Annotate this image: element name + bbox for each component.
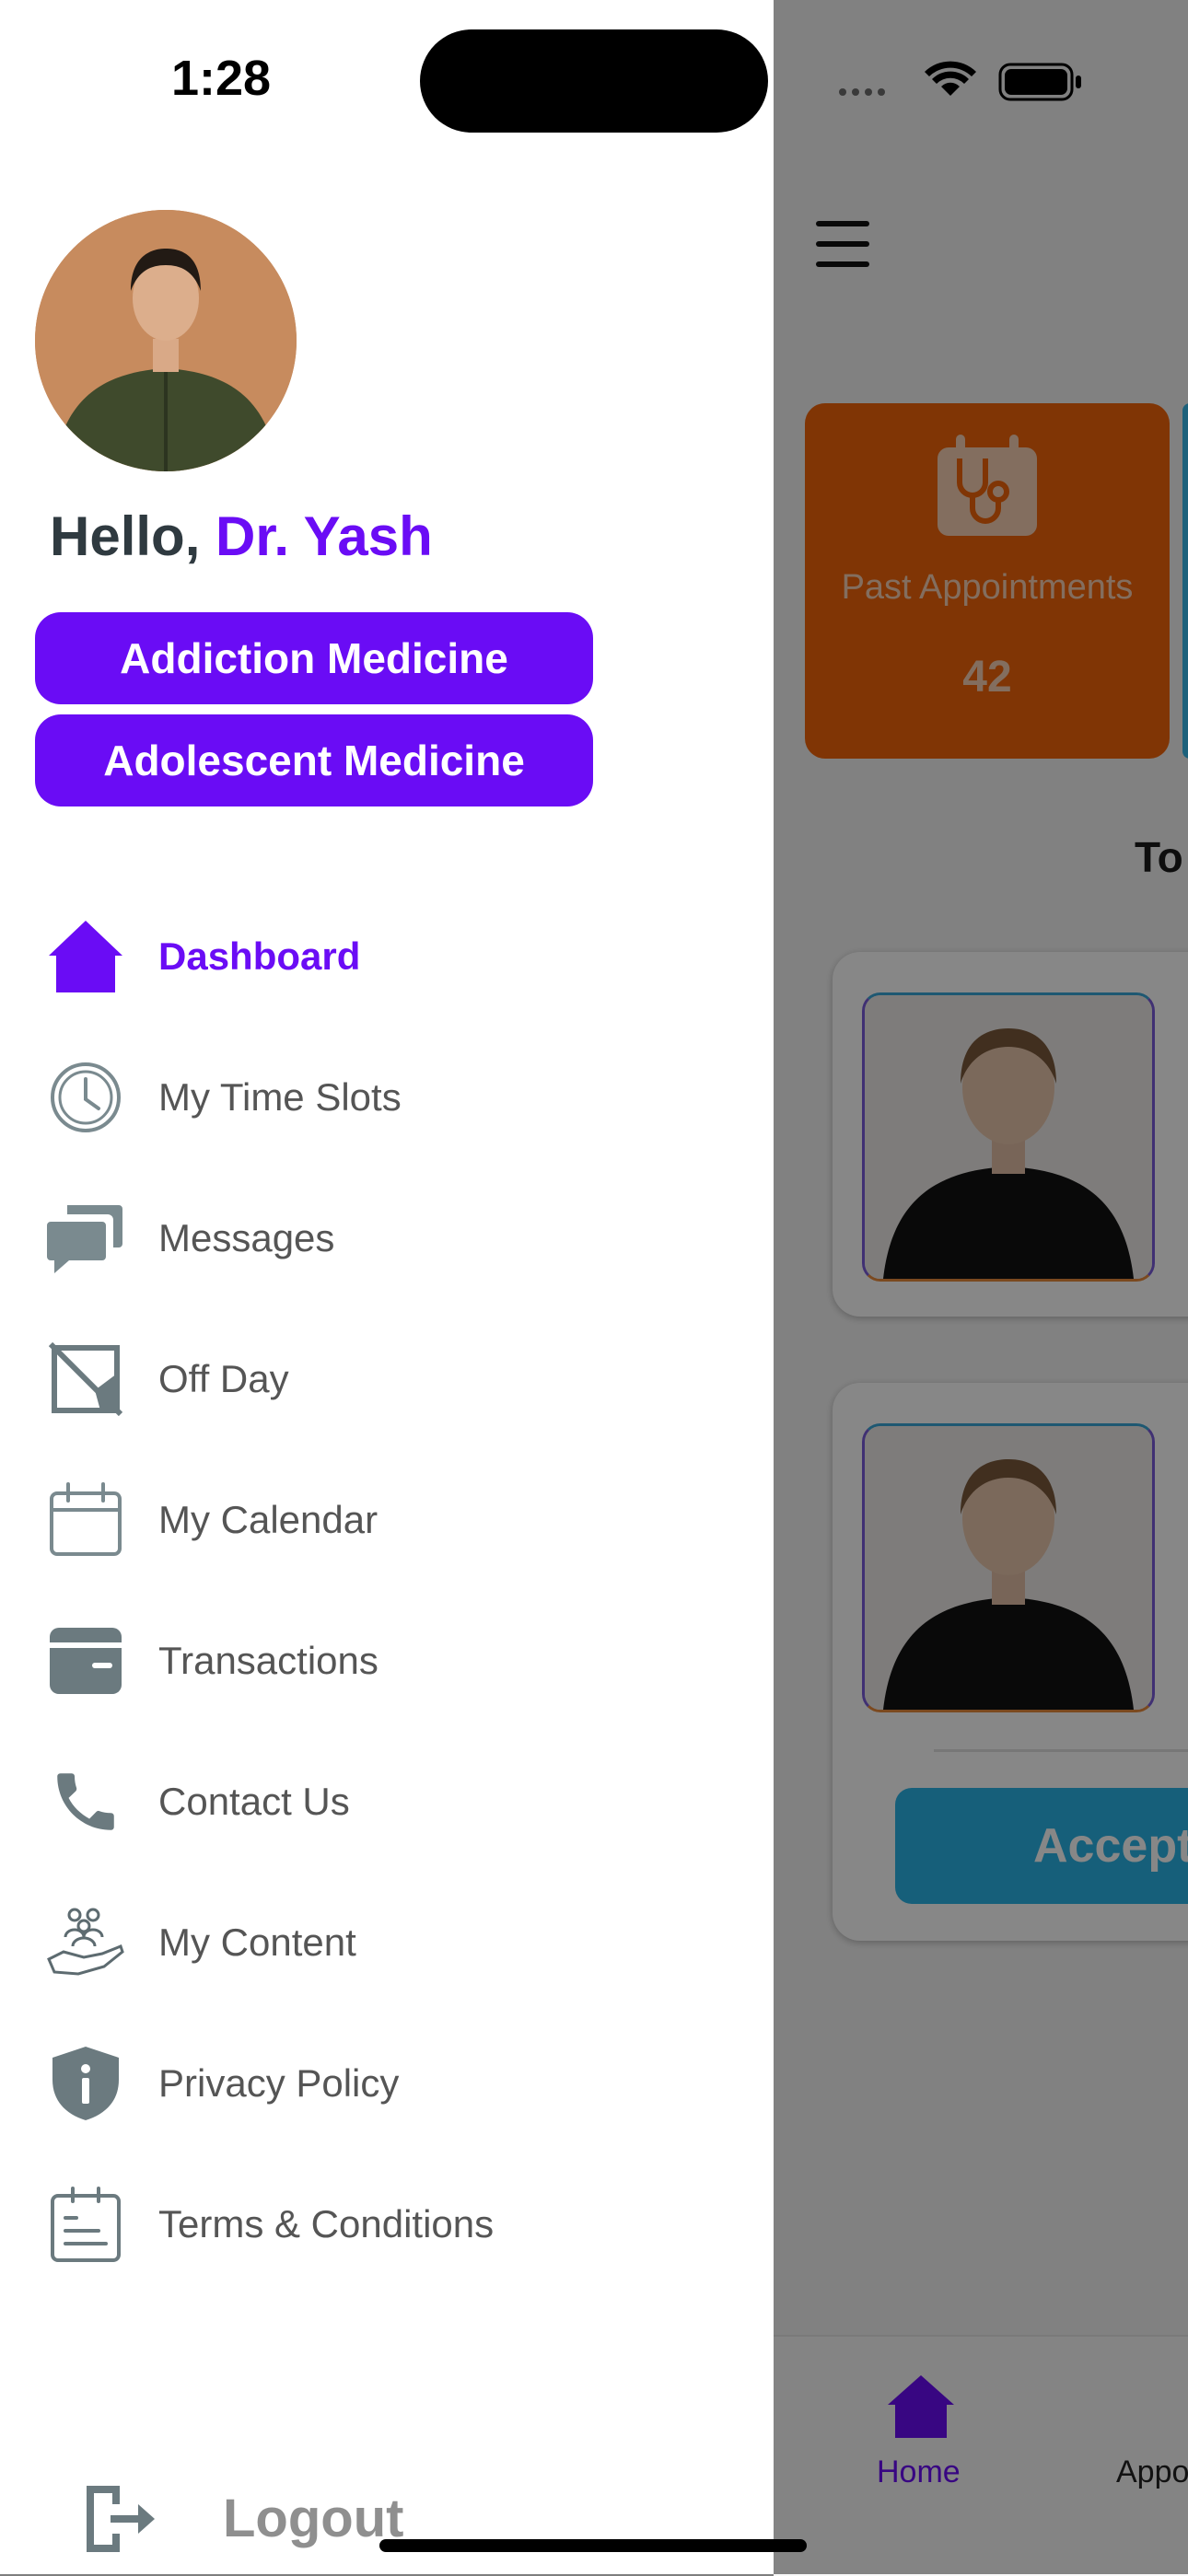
status-icons	[839, 61, 1081, 101]
specialty-chip[interactable]: Addiction Medicine	[35, 612, 593, 704]
wifi-icon	[925, 61, 976, 96]
chat-icon	[46, 1199, 125, 1278]
cellular-signal-icon	[839, 88, 885, 96]
dynamic-island	[420, 29, 768, 133]
menu-label: Dashboard	[158, 934, 361, 978]
menu-item-time-slots[interactable]: My Time Slots	[46, 1047, 691, 1148]
doctor-name: Dr. Yash	[215, 505, 433, 567]
wallet-icon	[46, 1621, 125, 1700]
menu-item-privacy-policy[interactable]: Privacy Policy	[46, 2033, 691, 2134]
avatar[interactable]	[35, 210, 297, 471]
people-hand-icon	[46, 1903, 125, 1982]
greeting-prefix: Hello,	[50, 505, 216, 567]
home-icon	[46, 917, 125, 996]
phone-icon	[46, 1762, 125, 1841]
greeting: Hello, Dr. Yash	[50, 505, 433, 568]
menu-label: Messages	[158, 1216, 335, 1259]
shield-info-icon	[46, 2044, 125, 2123]
menu-item-off-day[interactable]: Off Day	[46, 1329, 691, 1430]
side-drawer: Hello, Dr. Yash Addiction Medicine Adole…	[0, 0, 774, 2574]
crossed-image-icon	[46, 1340, 125, 1419]
menu-item-terms-conditions[interactable]: Terms & Conditions	[46, 2174, 691, 2275]
menu-item-dashboard[interactable]: Dashboard	[46, 906, 691, 1007]
menu-label: My Time Slots	[158, 1075, 402, 1119]
menu-item-transactions[interactable]: Transactions	[46, 1610, 691, 1712]
battery-icon	[998, 63, 1081, 101]
status-time: 1:28	[171, 51, 272, 106]
menu-item-contact-us[interactable]: Contact Us	[46, 1751, 691, 1852]
clock-icon	[46, 1058, 125, 1137]
menu-label: My Content	[158, 1920, 356, 1964]
calendar-icon	[46, 1480, 125, 1560]
menu-label: Privacy Policy	[158, 2061, 400, 2105]
menu-item-my-content[interactable]: My Content	[46, 1892, 691, 1993]
home-indicator	[379, 2539, 807, 2552]
menu-label: Off Day	[158, 1357, 289, 1400]
logout-icon	[87, 2486, 155, 2552]
menu-label: Transactions	[158, 1639, 379, 1682]
menu-item-calendar[interactable]: My Calendar	[46, 1469, 691, 1571]
clipboard-icon	[46, 2185, 125, 2264]
menu-label: Contact Us	[158, 1780, 350, 1823]
menu-label: Terms & Conditions	[158, 2202, 495, 2245]
logout-button[interactable]: Logout	[72, 2467, 532, 2569]
specialty-chip[interactable]: Adolescent Medicine	[35, 714, 593, 806]
menu-item-messages[interactable]: Messages	[46, 1188, 691, 1289]
logout-label: Logout	[223, 2489, 404, 2548]
menu-label: My Calendar	[158, 1498, 379, 1541]
